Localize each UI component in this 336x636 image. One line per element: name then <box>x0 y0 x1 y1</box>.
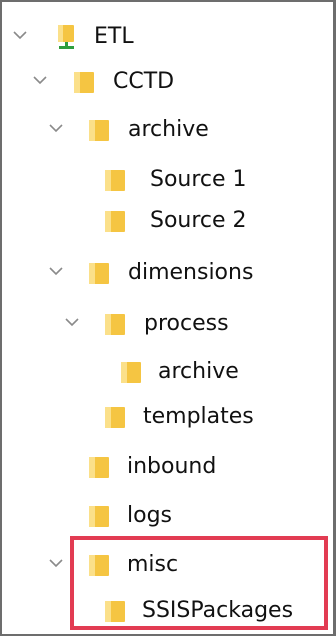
folder-icon <box>88 454 110 480</box>
tree-node-ssispackages[interactable]: SSISPackages <box>2 591 332 631</box>
tree-node-label: CCTD <box>113 69 175 94</box>
tree-node-label: Source 2 <box>150 208 247 233</box>
tree-node-inbound[interactable]: inbound <box>2 447 332 487</box>
tree-node-etl[interactable]: ETL <box>2 17 332 57</box>
tree-node-label: Source 1 <box>150 167 247 192</box>
tree-node-label: archive <box>158 359 239 384</box>
folder-icon <box>73 69 95 95</box>
chevron-down-icon[interactable] <box>48 122 64 134</box>
tree-node-templates[interactable]: templates <box>2 397 332 437</box>
folder-icon <box>104 208 126 234</box>
network-folder-icon <box>56 24 78 50</box>
folder-icon <box>88 552 110 578</box>
tree-node-label: ETL <box>94 24 134 49</box>
tree-node-label: SSISPackages <box>142 598 294 623</box>
folder-icon <box>104 598 126 624</box>
tree-node-label: process <box>144 311 229 336</box>
tree-node-logs[interactable]: logs <box>2 496 332 536</box>
folder-icon <box>88 503 110 529</box>
tree-node-source-1[interactable]: Source 1 <box>2 160 332 200</box>
tree-node-label: dimensions <box>128 260 254 285</box>
chevron-down-icon[interactable] <box>64 316 80 328</box>
tree-node-label: archive <box>128 117 209 142</box>
folder-tree-pane: ETL CCTD archive Source 1 Source 2 dimen… <box>0 0 336 636</box>
tree-node-process[interactable]: process <box>2 304 332 344</box>
folder-icon <box>104 167 126 193</box>
tree-node-source-2[interactable]: Source 2 <box>2 201 332 241</box>
chevron-down-icon[interactable] <box>48 557 64 569</box>
chevron-down-icon[interactable] <box>12 29 28 41</box>
tree-node-label: inbound <box>127 454 217 479</box>
tree-node-label: misc <box>127 552 179 577</box>
tree-node-archive[interactable]: archive <box>2 110 332 150</box>
chevron-down-icon[interactable] <box>48 265 64 277</box>
tree-node-label: templates <box>143 404 254 429</box>
tree-node-cctd[interactable]: CCTD <box>2 62 332 102</box>
folder-icon <box>88 260 110 286</box>
tree-node-misc[interactable]: misc <box>2 545 332 585</box>
tree-node-process-archive[interactable]: archive <box>2 352 332 392</box>
tree-node-label: logs <box>127 503 172 528</box>
chevron-down-icon[interactable] <box>32 74 48 86</box>
folder-icon <box>104 404 126 430</box>
tree-node-dimensions[interactable]: dimensions <box>2 253 332 293</box>
folder-icon <box>120 359 142 385</box>
folder-icon <box>104 311 126 337</box>
folder-icon <box>88 117 110 143</box>
